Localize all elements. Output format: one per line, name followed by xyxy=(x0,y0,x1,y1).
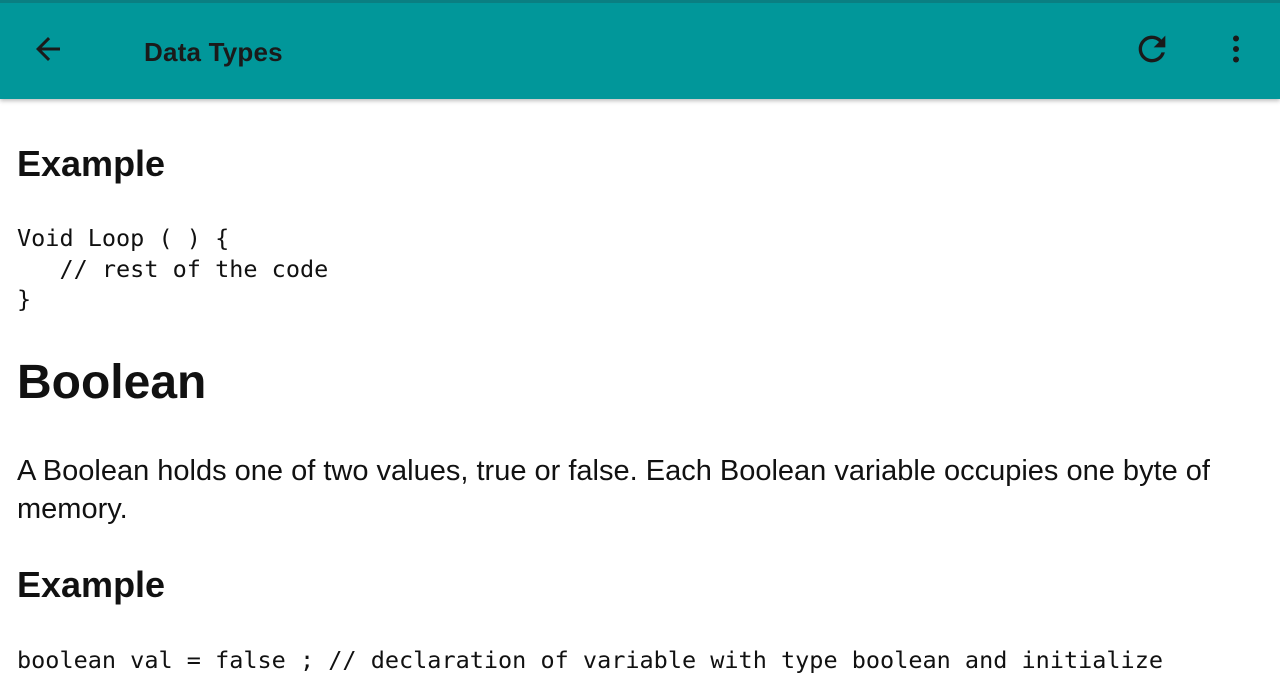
article-content: • Example Void Loop ( ) { // rest of the… xyxy=(0,99,1280,673)
page-title: Data Types xyxy=(144,37,283,67)
section-heading-boolean: Boolean xyxy=(17,356,207,409)
back-button[interactable] xyxy=(22,25,74,77)
app-bar: Data Types xyxy=(0,0,1280,99)
refresh-button[interactable] xyxy=(1126,25,1178,77)
code-block: boolean val = false ; // declaration of … xyxy=(17,646,1164,673)
refresh-icon xyxy=(1132,29,1172,74)
code-block: Void Loop ( ) { // rest of the code } xyxy=(17,224,329,313)
example-heading: Example xyxy=(17,564,166,605)
more-vertical-icon xyxy=(1218,31,1254,72)
arrow-left-icon xyxy=(30,31,66,72)
more-options-button[interactable] xyxy=(1212,25,1260,77)
example-heading: Example xyxy=(17,143,166,184)
boolean-description: A Boolean holds one of two values, true … xyxy=(17,455,1210,525)
